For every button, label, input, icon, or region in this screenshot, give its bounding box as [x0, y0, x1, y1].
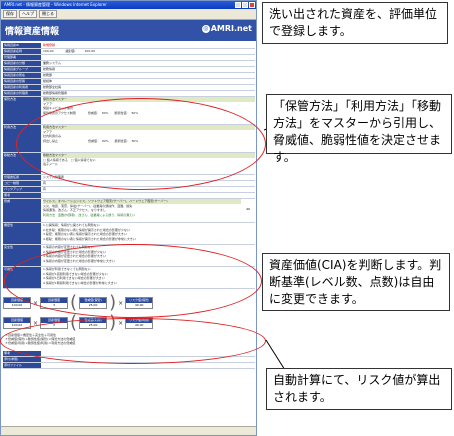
highlight-ellipse-risk	[0, 318, 266, 364]
misc-field-label: バックアップ	[3, 187, 41, 192]
page-title: 情報資産情報	[5, 27, 60, 37]
misc-field-value[interactable]	[41, 193, 255, 198]
field-label: 情報資産グループ	[3, 67, 41, 72]
field-label: 情報資産名称	[3, 49, 41, 54]
app-toolbar: 保存 ヘルプ 閉じる	[1, 9, 256, 20]
field-label: 情報資産の分類	[3, 61, 41, 66]
option-line[interactable]: 利用方法 盗難(外部者)、改ざん、従業員による誤り、情報の漏えい	[43, 213, 241, 218]
maximize-icon[interactable]	[242, 2, 248, 8]
callout-cia: 資産価値(CIA)を判断します。判断基準(レベル数、点数)は自由に変更できます。	[262, 253, 450, 311]
highlight-ellipse-methods	[16, 98, 266, 190]
field-value[interactable]: 総務部情報管理者	[41, 91, 255, 96]
field-value[interactable]: 総務部	[41, 73, 255, 78]
bottom-field-label: 添付ファイル	[3, 363, 41, 368]
field-label: 情報資産の管理者	[3, 91, 41, 96]
window-title: AMRI.net - 情報資産管理 - Windows Internet Exp…	[4, 2, 107, 7]
field-label: 情報資産の形態	[3, 79, 41, 84]
field-label: 情報資産の利用者	[3, 85, 41, 90]
close-icon[interactable]	[249, 2, 255, 8]
app-header: 情報資産情報 ◎ AMRI.net	[1, 20, 256, 41]
logo: ◎ AMRI.net	[201, 24, 252, 33]
status-bar	[1, 426, 256, 435]
logo-icon: ◎	[201, 24, 210, 33]
confidentiality-section[interactable]: 機密性 1.公開情報：情報が公開されても問題ない 2.社外秘：権限のない者に情報が…	[3, 223, 255, 245]
save-button[interactable]: 保存	[3, 10, 17, 18]
option-line[interactable]: 4.極秘：権限のない者に情報が開示された場合の影響が非常に大きい	[43, 237, 255, 242]
field-value[interactable]: 紙媒体	[41, 79, 255, 84]
close-button[interactable]: 閉じる	[39, 10, 57, 18]
field-value[interactable]: 総務部全社員	[41, 85, 255, 90]
window-titlebar: AMRI.net - 情報資産管理 - Windows Internet Exp…	[1, 1, 256, 9]
logo-text: AMRI.net	[210, 24, 252, 33]
field-label: 管理部署	[3, 55, 41, 60]
misc-field-label: 備考	[3, 193, 41, 198]
callout-methods: 「保管方法」「利用方法」「移動方法」をマスターから引用し、脅威値、脆弱性値を決定…	[266, 94, 452, 164]
misc-field-label: 管理責任者	[3, 175, 41, 180]
highlight-ellipse-cia	[4, 244, 262, 318]
callout-register-assets: 洗い出された資産を、評価単位で登録します。	[262, 2, 448, 44]
threat-label: 脅威	[3, 199, 41, 222]
callout-cia-text: 資産価値(CIA)を判断します。判断基準(レベル数、点数)は自由に変更できます。	[269, 258, 442, 306]
field-label: 情報資産ID	[3, 43, 41, 48]
callout-register-assets-text: 洗い出された資産を、評価単位で登録します。	[269, 7, 438, 38]
bottom-field-label: 添付(参照)	[3, 357, 41, 362]
field-label: 情報資産の所在	[3, 73, 41, 78]
callout-auto-calc-text: 自動計算にて、リスク値が算出されます。	[273, 373, 441, 404]
field-value[interactable]: 100.00 識別値: 100.00	[41, 49, 255, 54]
threat-ratio: 40	[246, 207, 250, 211]
calc-box-value: 100.00	[11, 303, 23, 307]
field-value[interactable]: 新規登録	[41, 43, 255, 48]
browser-window: AMRI.net - 情報資産管理 - Windows Internet Exp…	[0, 0, 257, 436]
window-controls	[235, 2, 256, 8]
threat-section[interactable]: 脅威 ウイルス、オペレーションミス、ソフトウェア障害(サーバー)、ハードウェア障…	[3, 199, 255, 223]
callout-methods-text: 「保管方法」「利用方法」「移動方法」をマスターから引用し、脅威値、脆弱性値を決定…	[273, 99, 442, 164]
field-value[interactable]: 総務情報	[41, 67, 255, 72]
minimize-icon[interactable]	[235, 2, 241, 8]
field-value[interactable]	[41, 55, 255, 60]
callout-auto-calc: 自動計算にて、リスク値が算出されます。	[266, 368, 452, 410]
misc-field-label: コピー制限	[3, 181, 41, 186]
help-button[interactable]: ヘルプ	[19, 10, 37, 18]
confidentiality-label: 機密性	[3, 223, 41, 244]
field-value[interactable]: 業務システム	[41, 61, 255, 66]
